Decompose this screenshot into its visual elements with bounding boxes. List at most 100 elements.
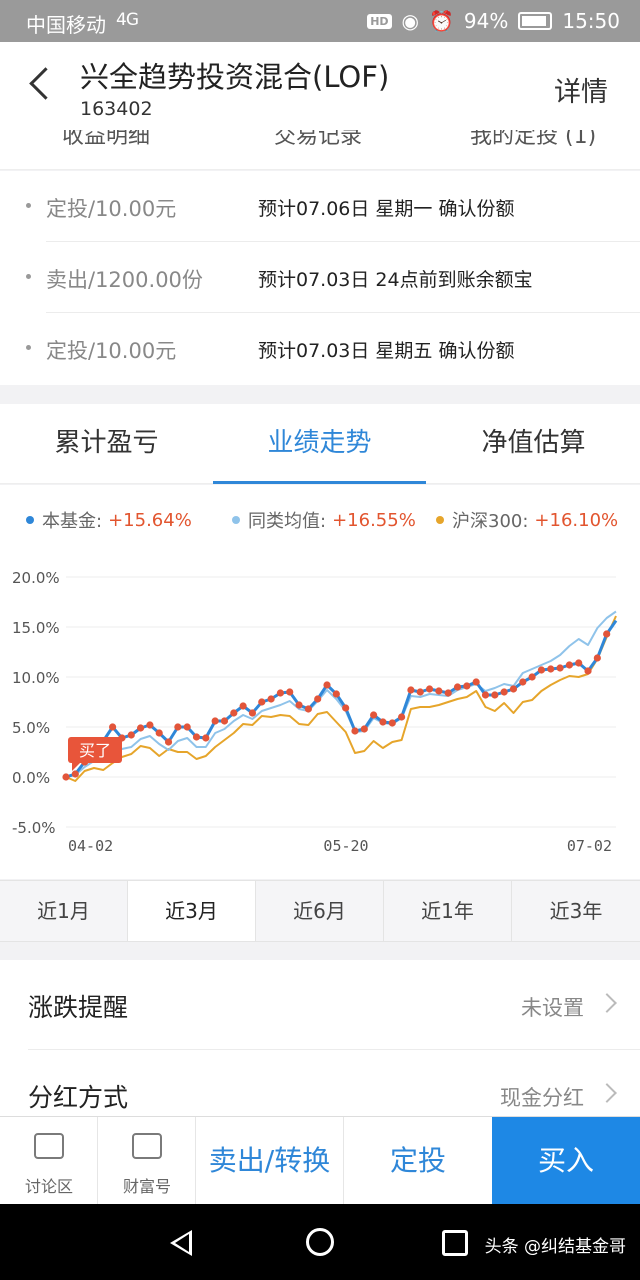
data-point [416,688,424,696]
header: 兴全趋势投资混合(LOF) 163402 详情 [0,42,640,130]
data-point [407,686,415,694]
x-tick-label: 05-20 [323,837,368,855]
eye-icon: ◉ [401,9,419,33]
tab-performance-trend[interactable]: 业绩走势 [213,404,426,484]
data-point [509,685,518,693]
nav-home-icon[interactable] [306,1228,334,1256]
discussion-button[interactable]: 讨论区 [0,1117,98,1205]
auto-invest-button[interactable]: 定投 [344,1117,492,1205]
data-point [295,701,303,709]
list-item[interactable]: 定投/10.00元 预计07.06日 星期一 确认份额 [0,171,640,242]
detail-button[interactable]: 详情 [554,70,608,109]
battery-label: 94% [463,9,509,33]
tab-3-years[interactable]: 近3年 [512,881,640,941]
tab-cumulative-pnl[interactable]: 累计盈亏 [0,404,213,484]
tab-nav-estimate[interactable]: 净值估算 [427,404,640,484]
carrier-label: 中国移动 [26,13,106,37]
tab-trade-records[interactable]: 交易记录 [274,130,362,150]
data-point [230,709,238,717]
legend-item-hs300: 沪深300: +16.10% [436,507,618,533]
data-point [453,683,462,691]
data-point [370,711,378,719]
back-arrow-icon[interactable] [24,62,64,108]
data-point [481,691,490,699]
tab-1-year[interactable]: 近1年 [384,881,512,941]
data-point [248,709,257,717]
legend-item-fund: 本基金: +15.64% [26,507,192,533]
data-point [351,727,359,735]
data-point [547,665,555,673]
period-tabs: 近1月 近3月 近6月 近1年 近3年 [0,880,640,942]
data-point [164,738,173,746]
setting-label: 涨跌提醒 [28,993,129,1022]
wealth-account-button[interactable]: 财富号 [98,1117,196,1205]
txn-status: 预计07.03日 星期五 确认份额 [258,340,515,362]
chart-legend: 本基金: +15.64% 同类均值: +16.55% 沪深300: +16.10… [0,507,640,537]
watermark: 头条 @纠结基金哥 [484,1237,626,1257]
data-point [183,723,191,731]
data-point [388,719,396,727]
price-alert-row[interactable]: 涨跌提醒 未设置 [0,960,640,1050]
list-item[interactable]: 卖出/1200.00份 预计07.03日 24点前到账余额宝 [0,242,640,313]
tab-6-months[interactable]: 近6月 [256,881,384,941]
legend-dot-icon [436,516,444,524]
data-point [127,731,135,739]
data-point [136,724,145,732]
data-point [593,654,601,662]
data-point [211,717,219,725]
tab-3-months[interactable]: 近3月 [128,881,256,941]
bullet-icon [26,203,31,208]
status-bar: 中国移动 4G HD ◉ ⏰ 94% 15:50 [0,0,640,42]
tab-1-month[interactable]: 近1月 [0,881,128,941]
data-point [71,770,79,778]
data-point [155,729,163,737]
fund-title: 兴全趋势投资混合(LOF) [80,60,390,94]
tab-income-detail[interactable]: 收益明细 [62,130,150,150]
performance-chart: 本基金: +15.64% 同类均值: +16.55% 沪深300: +16.10… [0,485,640,879]
data-point [174,723,182,731]
txn-status: 预计07.03日 24点前到账余额宝 [258,269,533,291]
legend-dot-icon [26,516,34,524]
data-point [286,688,294,696]
setting-value: 现金分红 [500,1086,584,1110]
data-point [267,695,275,703]
hd-icon: HD [367,13,392,29]
bullet-icon [26,274,31,279]
data-point [276,689,285,697]
chart-plot: 20.0% 15.0% 10.0% 5.0% 0.0% -5.0% 04-02 05-20 07… [12,569,618,855]
data-point [258,698,266,706]
sell-convert-button[interactable]: 卖出/转换 [196,1117,344,1205]
data-point [472,678,480,686]
data-point [239,702,247,710]
shop-icon [132,1133,162,1159]
buy-marker-label: 买了 [79,741,111,760]
data-point [575,659,583,667]
data-point [202,734,210,742]
buy-button[interactable]: 买入 [492,1117,640,1205]
nav-back-icon[interactable] [170,1230,192,1256]
fund-code: 163402 [80,98,153,120]
data-point [109,723,117,731]
data-point [304,705,312,713]
x-tick-label: 04-02 [68,837,113,855]
data-point [519,678,527,686]
data-point [62,773,70,781]
system-nav-bar: 头条 @纠结基金哥 [0,1204,640,1280]
list-item[interactable]: 定投/10.00元 预计07.03日 星期五 确认份额 [0,313,640,384]
data-point [463,682,471,690]
chevron-right-icon [597,1083,617,1103]
data-point [435,687,443,695]
y-tick-label: 5.0% [12,719,50,737]
data-point [565,661,573,669]
x-tick-label: 07-02 [567,837,612,855]
tab-my-plan[interactable]: 我的定投 (1) [470,130,596,150]
nav-recents-icon[interactable] [442,1230,468,1256]
data-point [584,667,592,675]
series-line-1 [65,610,617,778]
data-point [220,717,229,725]
bullet-icon [26,345,31,350]
legend-dot-icon [232,516,240,524]
legend-item-peer-avg: 同类均值: +16.55% [232,507,416,533]
data-point [491,691,499,699]
txn-amount: 定投/10.00元 [46,339,177,363]
